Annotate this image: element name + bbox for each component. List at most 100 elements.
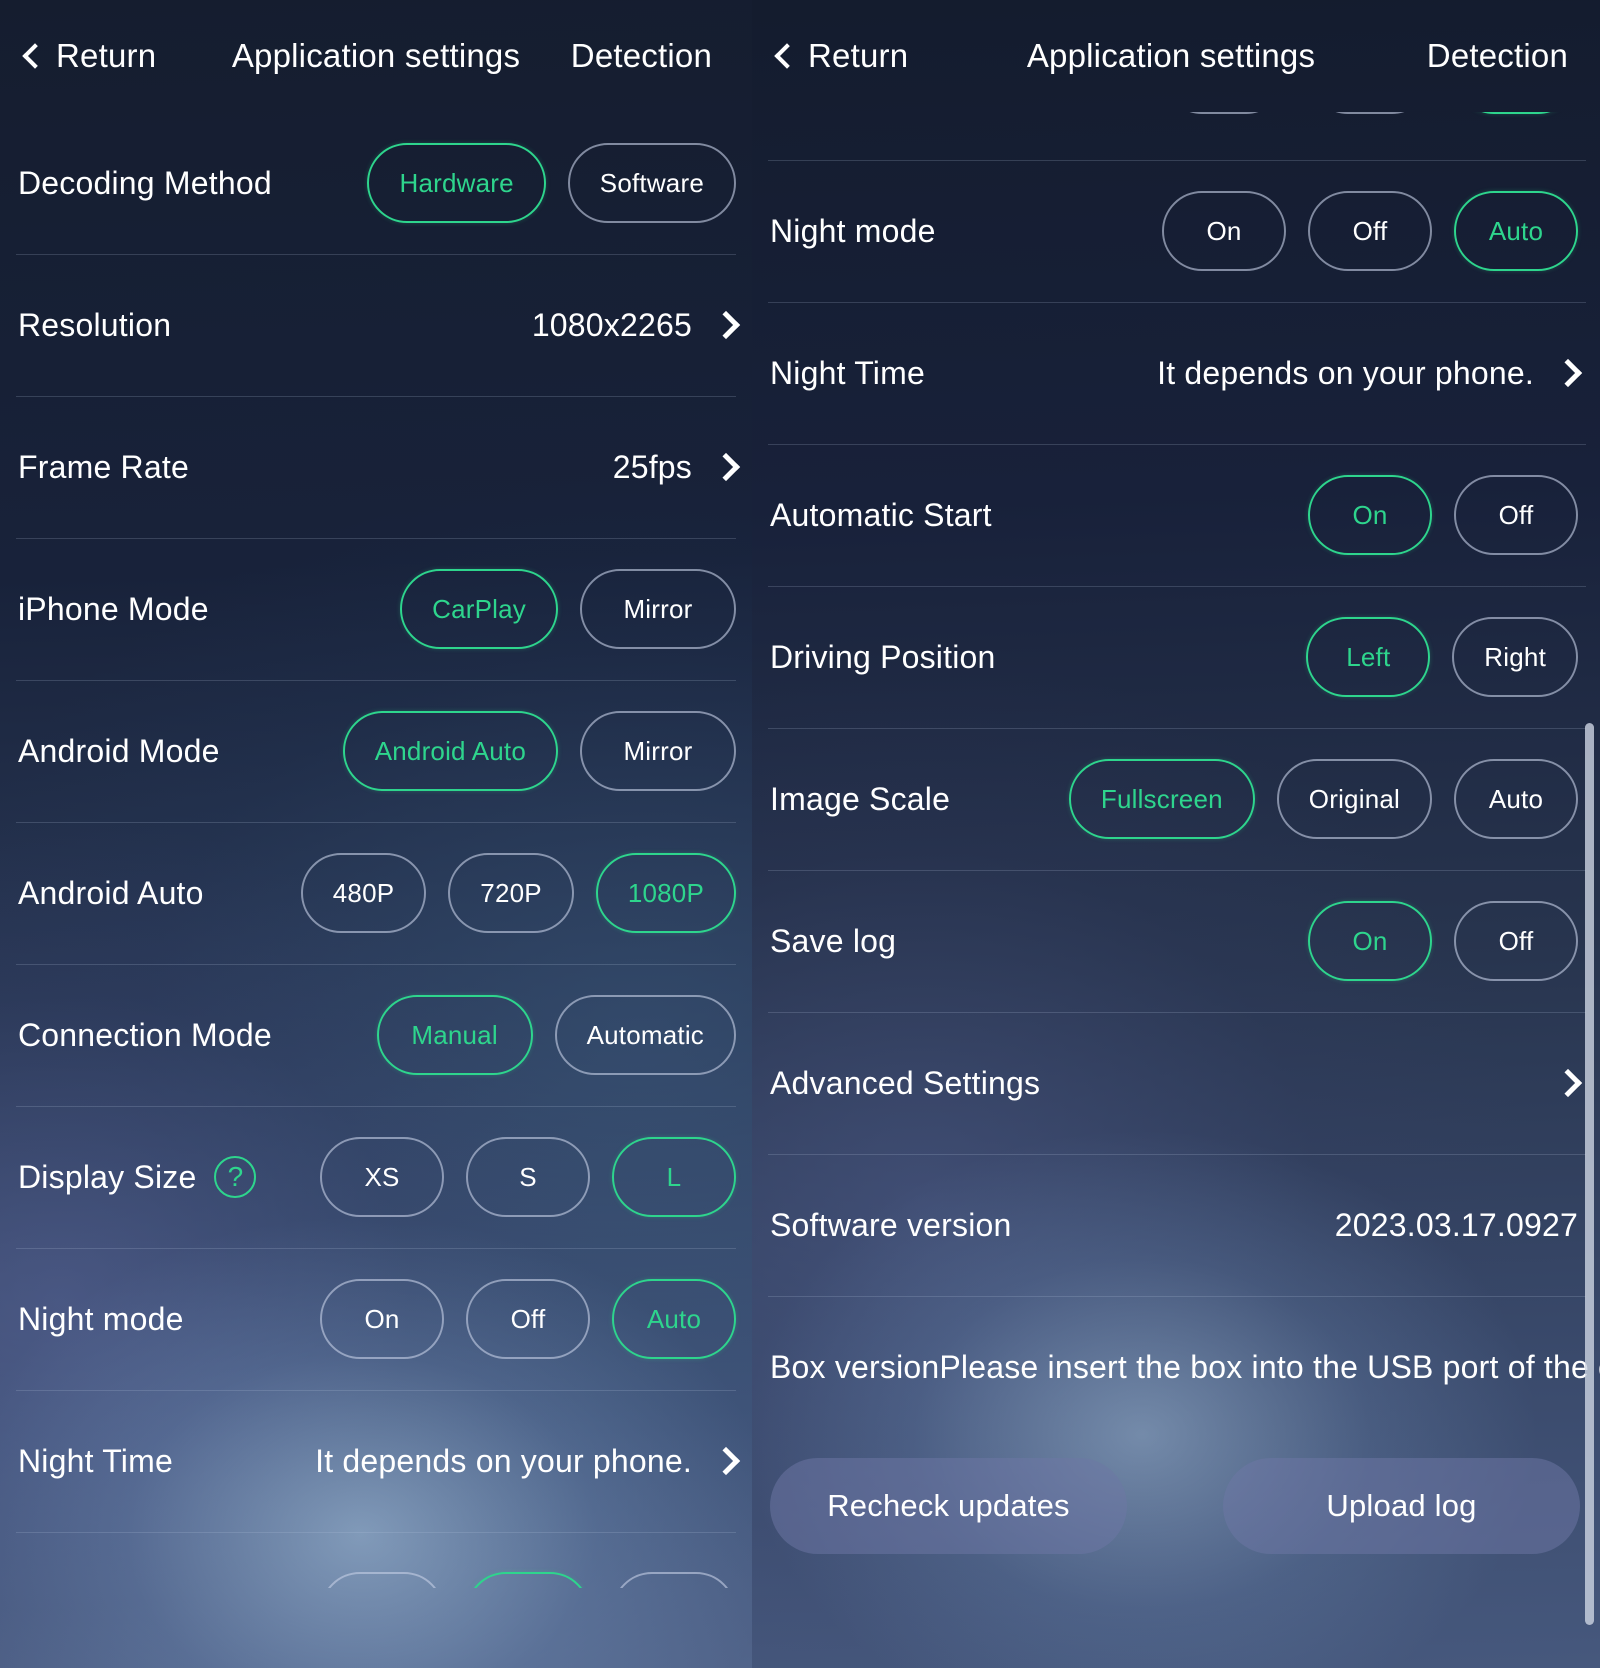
pill-off[interactable]: Off: [1454, 901, 1578, 981]
pill-off[interactable]: Off: [466, 1279, 590, 1359]
row-label: iPhone Mode: [18, 590, 209, 627]
pill-left[interactable]: Left: [1306, 617, 1431, 697]
pill-off[interactable]: Off: [1308, 191, 1432, 271]
chevron-right-icon[interactable]: [711, 1446, 741, 1476]
row-controls: [1553, 1068, 1583, 1098]
row-controls: 1080x2265: [531, 306, 741, 344]
pill-auto[interactable]: Auto: [612, 1279, 736, 1359]
vertical-scrollbar[interactable]: [1585, 723, 1594, 1625]
return-label: Return: [808, 37, 909, 74]
header-right: Return Application settings Detection: [752, 0, 1600, 112]
pill-mirror[interactable]: Mirror: [580, 711, 736, 791]
upload-log-button[interactable]: Upload log: [1223, 1458, 1580, 1554]
row-save-log: Save log On Off: [752, 870, 1600, 1012]
pill-on[interactable]: On: [1162, 191, 1286, 271]
row-controls: CarPlay Mirror: [400, 569, 736, 649]
row-partial-next: [0, 1532, 752, 1588]
row-frame-rate[interactable]: Frame Rate 25fps: [0, 396, 752, 538]
row-controls: [1162, 112, 1578, 160]
return-label: Return: [56, 37, 157, 74]
row-night-time[interactable]: Night Time It depends on your phone.: [0, 1390, 752, 1532]
row-controls: [320, 1532, 736, 1588]
row-label: Night mode: [18, 1300, 184, 1337]
recheck-updates-button[interactable]: Recheck updates: [770, 1458, 1127, 1554]
chevron-right-icon[interactable]: [711, 452, 741, 482]
header-left: Return Application settings Detection: [0, 0, 752, 112]
row-resolution[interactable]: Resolution 1080x2265: [0, 254, 752, 396]
pill-hardware[interactable]: Hardware: [367, 143, 546, 223]
row-label: Night Time: [770, 354, 925, 391]
pill-original[interactable]: Original: [1276, 759, 1432, 839]
row-label: Box version: [770, 1348, 940, 1385]
pill-on[interactable]: On: [1308, 475, 1432, 555]
return-button-right[interactable]: Return: [774, 37, 909, 75]
settings-list-left: Decoding Method Hardware Software Resolu…: [0, 112, 752, 1588]
detection-button-right[interactable]: Detection: [1427, 37, 1568, 75]
row-night-mode: Night mode On Off Auto: [752, 160, 1600, 302]
row-driving-position: Driving Position Left Right: [752, 586, 1600, 728]
row-controls: It depends on your phone.: [1157, 355, 1583, 392]
pill-xs[interactable]: XS: [320, 1137, 444, 1217]
return-button-left[interactable]: Return: [22, 37, 157, 75]
software-version-value: 2023.03.17.0927: [1334, 1206, 1578, 1243]
row-android-auto-resolution: Android Auto 480P 720P 1080P: [0, 822, 752, 964]
dual-panel-screenshot: Return Application settings Detection De…: [0, 0, 1600, 1668]
row-label: Resolution: [18, 306, 172, 343]
row-connection-mode: Connection Mode Manual Automatic: [0, 964, 752, 1106]
pill-mirror[interactable]: Mirror: [580, 569, 736, 649]
pill-auto[interactable]: Auto: [1454, 759, 1578, 839]
row-controls: 2023.03.17.0927: [1335, 1207, 1578, 1244]
pill-right[interactable]: Right: [1452, 617, 1578, 697]
row-label: Display Size: [18, 1158, 197, 1195]
row-controls: On Off Auto: [320, 1279, 736, 1359]
pill-auto[interactable]: Auto: [1454, 191, 1578, 271]
pill-720p[interactable]: 720P: [448, 853, 574, 933]
pill-partial-3[interactable]: [612, 1572, 736, 1588]
pill-l[interactable]: L: [612, 1137, 736, 1217]
chevron-right-icon[interactable]: [711, 310, 741, 340]
pill-off[interactable]: Off: [1454, 475, 1578, 555]
row-controls: On Off: [1308, 901, 1578, 981]
row-controls: Fullscreen Original Auto: [1068, 759, 1578, 839]
pill-partial-3[interactable]: [1454, 112, 1578, 114]
row-partial-previous: [752, 112, 1600, 160]
row-controls: Left Right: [1306, 617, 1578, 697]
row-label: Save log: [770, 922, 897, 959]
row-label: Android Auto: [18, 874, 204, 911]
pill-carplay[interactable]: CarPlay: [400, 569, 558, 649]
pill-fullscreen[interactable]: Fullscreen: [1068, 759, 1255, 839]
pill-automatic[interactable]: Automatic: [554, 995, 736, 1075]
chevron-right-icon[interactable]: [1553, 1068, 1583, 1098]
pill-manual[interactable]: Manual: [376, 995, 533, 1075]
frame-rate-value: 25fps: [612, 448, 692, 485]
pill-on[interactable]: On: [1308, 901, 1432, 981]
row-controls: Manual Automatic: [376, 995, 736, 1075]
row-controls: On Off Auto: [1162, 191, 1578, 271]
row-advanced-settings[interactable]: Advanced Settings: [752, 1012, 1600, 1154]
row-night-time[interactable]: Night Time It depends on your phone.: [752, 302, 1600, 444]
pill-1080p[interactable]: 1080P: [595, 853, 736, 933]
row-label: Connection Mode: [18, 1016, 272, 1053]
pill-software[interactable]: Software: [567, 143, 736, 223]
row-label: Automatic Start: [770, 496, 992, 533]
chevron-right-icon[interactable]: [1553, 358, 1583, 388]
help-question-icon[interactable]: ?: [214, 1156, 257, 1198]
row-software-version: Software version 2023.03.17.0927: [752, 1154, 1600, 1296]
pill-on[interactable]: On: [320, 1279, 444, 1359]
pill-partial-2[interactable]: [1308, 112, 1432, 114]
pill-partial-1[interactable]: [320, 1572, 444, 1588]
pill-480p[interactable]: 480P: [300, 853, 427, 933]
resolution-value: 1080x2265: [531, 306, 692, 343]
row-controls: Android Auto Mirror: [342, 711, 736, 791]
row-label: Frame Rate: [18, 448, 189, 485]
pill-android-auto[interactable]: Android Auto: [342, 711, 558, 791]
row-controls: 25fps: [612, 448, 741, 486]
row-label: Software version: [770, 1206, 1012, 1243]
pill-s[interactable]: S: [466, 1137, 590, 1217]
row-iphone-mode: iPhone Mode CarPlay Mirror: [0, 538, 752, 680]
pill-partial-1[interactable]: [1162, 112, 1286, 114]
row-decoding-method: Decoding Method Hardware Software: [0, 112, 752, 254]
pill-partial-2[interactable]: [466, 1572, 590, 1588]
detection-button-left[interactable]: Detection: [571, 37, 712, 75]
row-automatic-start: Automatic Start On Off: [752, 444, 1600, 586]
